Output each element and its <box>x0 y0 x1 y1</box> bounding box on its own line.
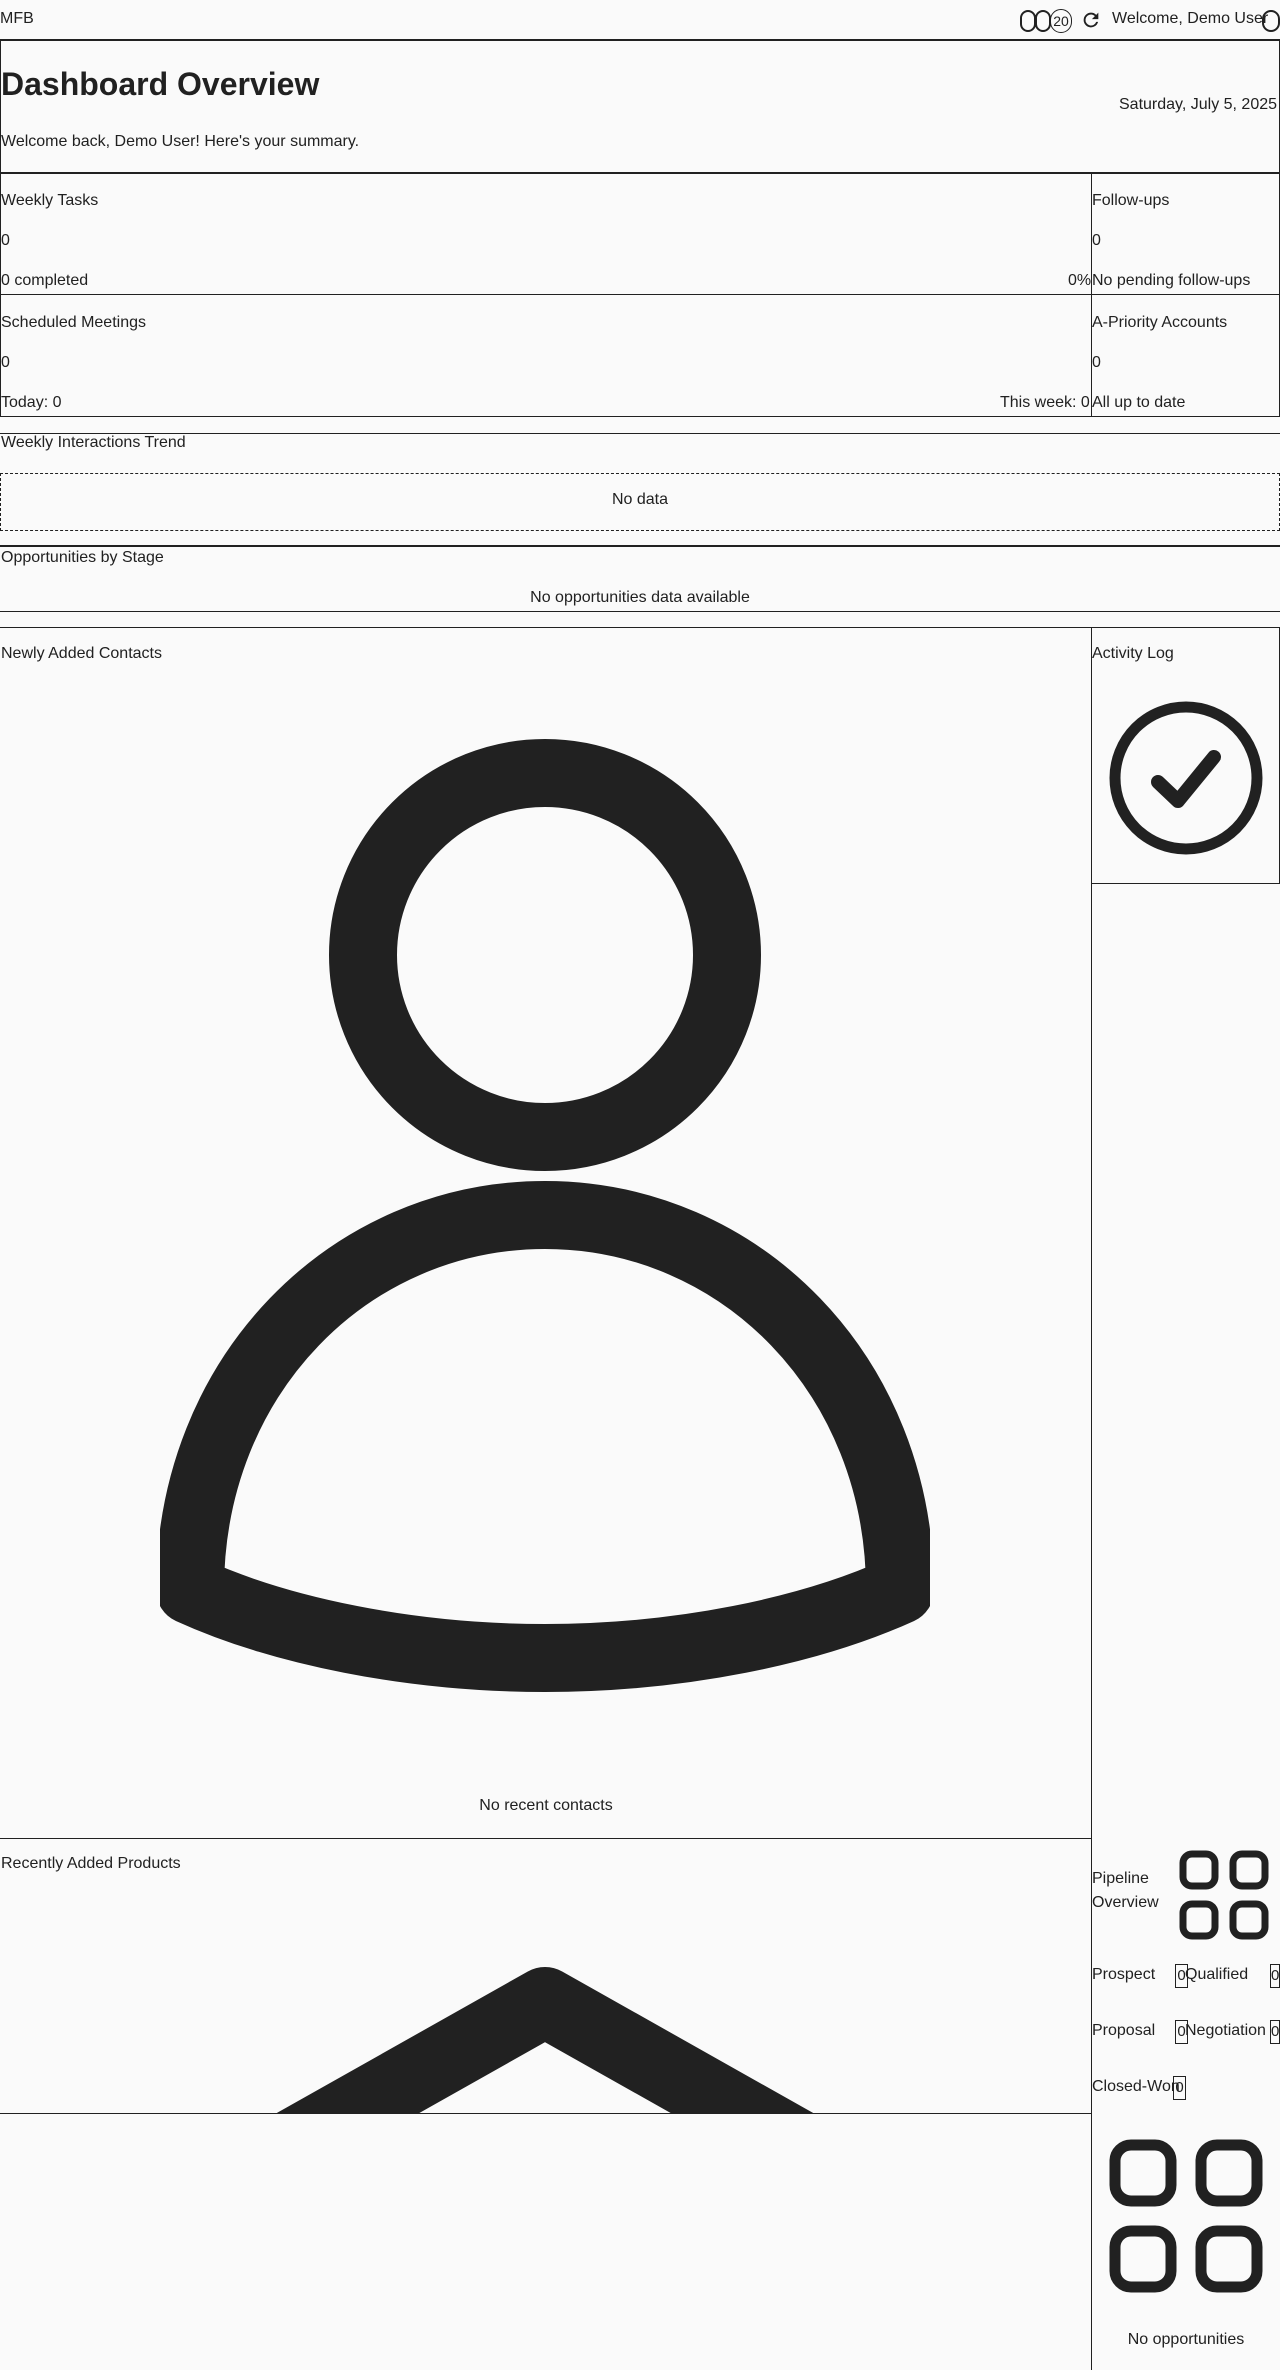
meetings-title: Scheduled Meetings <box>1 314 146 331</box>
notification-badge[interactable]: 20 <box>1050 9 1072 33</box>
header-date: Saturday, July 5, 2025 <box>1119 96 1278 113</box>
person-icon <box>160 739 930 1692</box>
welcome-user-text: Welcome, Demo User <box>1112 10 1269 27</box>
page-title: Dashboard Overview <box>1 66 320 102</box>
weekly-tasks-card[interactable] <box>0 172 1092 295</box>
meetings-today: Today: 0 <box>1 394 62 411</box>
dashboard-header <box>0 40 1280 174</box>
meetings-value: 0 <box>1 354 10 371</box>
stage-proposal-label: Proposal <box>1092 2022 1156 2039</box>
follow-ups-value: 0 <box>1092 232 1101 249</box>
opportunities-title: Opportunities by Stage <box>1 549 164 566</box>
grid-icon <box>1109 2139 1263 2293</box>
circle-outline-icon[interactable] <box>1035 10 1051 32</box>
follow-ups-note: No pending follow-ups <box>1092 272 1251 289</box>
stage-qualified-label: Qualified <box>1185 1966 1249 1983</box>
a-priority-note: All up to date <box>1092 394 1186 411</box>
brand-logo[interactable]: MFB <box>0 10 34 28</box>
opportunities-empty: No opportunities data available <box>530 589 750 606</box>
header-subtitle: Welcome back, Demo User! Here's your sum… <box>1 133 360 150</box>
stage-closed-won-label: Closed-Won <box>1092 2078 1180 2095</box>
meetings-week: This week: 0 <box>1000 394 1090 411</box>
weekly-trend-empty: No data <box>611 491 669 508</box>
stage-closed-won-count: 0 <box>1173 2076 1186 2100</box>
weekly-trend-title: Weekly Interactions Trend <box>1 434 186 451</box>
contacts-empty: No recent contacts <box>479 1797 613 1814</box>
follow-ups-title: Follow-ups <box>1092 192 1170 209</box>
weekly-tasks-value: 0 <box>1 232 10 249</box>
stage-prospect-label: Prospect <box>1092 1966 1156 1983</box>
stage-negotiation-count: 0 <box>1270 2020 1280 2044</box>
weekly-tasks-completed: 0 completed <box>1 272 89 289</box>
pipeline-title-line2: Overview <box>1092 1894 1159 1911</box>
a-priority-title: A-Priority Accounts <box>1092 314 1228 331</box>
a-priority-value: 0 <box>1092 354 1101 371</box>
activity-log-title: Activity Log <box>1092 645 1174 662</box>
stage-qualified-count: 0 <box>1270 1964 1280 1988</box>
refresh-icon[interactable] <box>1080 9 1102 31</box>
circle-outline-icon[interactable] <box>1020 10 1036 32</box>
meetings-card[interactable] <box>0 294 1092 417</box>
avatar-icon[interactable] <box>1262 10 1280 32</box>
pipeline-empty: No opportunities <box>1127 2331 1245 2348</box>
right-column-divider <box>1091 884 1092 2370</box>
products-title: Recently Added Products <box>1 1855 181 1872</box>
contacts-title: Newly Added Contacts <box>1 645 162 662</box>
grid-icon <box>1179 1850 1269 1940</box>
weekly-tasks-title: Weekly Tasks <box>1 192 99 209</box>
stage-negotiation-label: Negotiation <box>1185 2022 1266 2039</box>
pipeline-title-line1: Pipeline <box>1092 1870 1149 1887</box>
chevron-up-icon <box>276 1967 814 2113</box>
weekly-tasks-percent: 0% <box>1068 272 1092 289</box>
products-panel <box>0 1838 1092 2114</box>
check-circle-icon <box>1109 701 1263 855</box>
